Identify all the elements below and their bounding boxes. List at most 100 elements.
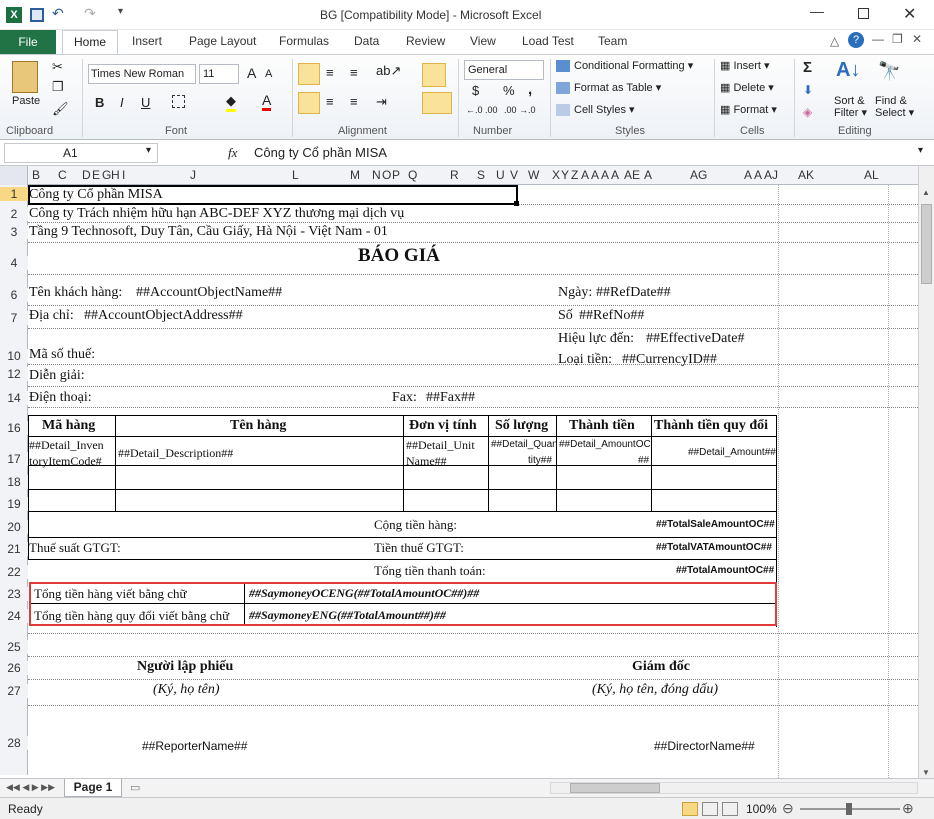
detail-code-2[interactable]: toryItemCode# <box>29 454 102 469</box>
column-header[interactable]: Y <box>561 168 569 182</box>
row-header[interactable]: 4 <box>0 256 28 270</box>
sort-filter-button[interactable]: Sort & Filter ▾ <box>834 95 867 119</box>
column-header[interactable]: A <box>581 168 589 182</box>
fax-value[interactable]: ##Fax## <box>426 390 475 406</box>
tab-load-test[interactable]: Load Test <box>522 34 574 48</box>
fax-label[interactable]: Fax: <box>392 390 417 406</box>
tab-formulas[interactable]: Formulas <box>279 34 329 48</box>
row-header[interactable]: 19 <box>0 497 28 511</box>
row-header[interactable]: 20 <box>0 520 28 534</box>
ref-no-label[interactable]: Số <box>558 308 573 324</box>
workbook-close-icon[interactable]: ✕ <box>912 32 922 46</box>
zoom-slider-thumb[interactable] <box>846 803 852 815</box>
align-center-icon[interactable]: ≡ <box>326 94 334 109</box>
reporter-sign[interactable]: (Ký, họ tên) <box>153 682 219 698</box>
th-code[interactable]: Mã hàng <box>42 418 95 434</box>
column-header[interactable]: J <box>190 168 196 182</box>
indent-icon[interactable]: ⇥ <box>376 94 387 110</box>
date-label[interactable]: Ngày: <box>558 285 592 301</box>
close-button[interactable]: ✕ <box>903 4 916 24</box>
tab-page-layout[interactable]: Page Layout <box>189 34 256 48</box>
autosum-button[interactable]: Σ <box>803 59 812 76</box>
align-bottom-icon[interactable]: ≡ <box>350 65 358 80</box>
cut-icon[interactable]: ✂ <box>52 59 63 75</box>
currency-value[interactable]: ##CurrencyID## <box>622 352 717 368</box>
align-middle-icon[interactable]: ≡ <box>326 65 334 80</box>
payment-label[interactable]: Tổng tiền thanh toán: <box>374 563 486 579</box>
tab-insert[interactable]: Insert <box>132 34 162 48</box>
th-amount-converted[interactable]: Thành tiền quy đổi <box>654 418 768 434</box>
row-header[interactable]: 17 <box>0 452 28 466</box>
tab-file[interactable]: File <box>0 30 56 54</box>
column-header[interactable]: AK <box>798 168 814 182</box>
words-value[interactable]: ##SaymoneyOCENG(##TotalAmountOC##)## <box>249 586 479 601</box>
bold-button[interactable]: B <box>95 95 104 110</box>
tab-home[interactable]: Home <box>62 30 118 55</box>
name-box-dropdown-icon[interactable]: ▾ <box>146 145 151 156</box>
scroll-up-icon[interactable]: ▲ <box>922 188 930 197</box>
minimize-button[interactable]: — <box>810 3 824 19</box>
row-header[interactable]: 24 <box>0 609 28 623</box>
conditional-formatting-button[interactable]: Conditional Formatting ▾ <box>556 59 693 73</box>
formula-input[interactable]: Công ty Cổ phần MISA <box>254 145 387 160</box>
row-header[interactable]: 14 <box>0 391 28 405</box>
maximize-button[interactable] <box>858 8 869 19</box>
row-header[interactable]: 22 <box>0 565 28 579</box>
currency-label[interactable]: Loại tiền: <box>558 352 612 368</box>
column-header[interactable]: P <box>392 168 400 182</box>
reporter-title[interactable]: Người lập phiếu <box>137 659 233 675</box>
borders-icon[interactable] <box>172 95 185 108</box>
row-header[interactable]: 26 <box>0 661 28 675</box>
wrap-text-button[interactable] <box>422 63 446 87</box>
quote-title[interactable]: BÁO GIÁ <box>358 245 440 267</box>
company2-cell[interactable]: Công ty Trách nhiệm hữu hạn ABC-DEF XYZ … <box>29 206 404 222</box>
date-value[interactable]: ##RefDate## <box>596 285 671 301</box>
director-title[interactable]: Giám đốc <box>632 659 690 675</box>
detail-unit-2[interactable]: Name## <box>406 454 447 469</box>
font-color-button[interactable]: A <box>262 92 272 111</box>
percent-button[interactable]: % <box>503 83 515 98</box>
column-header[interactable]: A <box>744 168 752 182</box>
help-icon[interactable]: ? <box>848 32 864 48</box>
row-header[interactable]: 16 <box>0 421 28 435</box>
column-header[interactable]: M <box>350 168 360 182</box>
align-right-icon[interactable]: ≡ <box>350 94 358 109</box>
increase-decimal-button[interactable]: ←.0 .00 <box>466 105 498 115</box>
reporter-name[interactable]: ##ReporterName## <box>142 739 247 753</box>
th-amount[interactable]: Thành tiền <box>569 418 635 434</box>
fill-icon[interactable]: ⬇ <box>803 83 813 97</box>
workbook-restore-icon[interactable]: ❐ <box>892 32 903 46</box>
row-header[interactable]: 25 <box>0 640 28 654</box>
row-header[interactable]: 27 <box>0 684 28 698</box>
italic-button[interactable]: I <box>120 95 124 110</box>
effective-label[interactable]: Hiệu lực đến: <box>558 331 634 347</box>
align-top-button[interactable] <box>298 63 320 85</box>
insert-cells-button[interactable]: ▦ Insert ▾ <box>720 59 770 72</box>
detail-unit-1[interactable]: ##Detail_Unit <box>406 438 475 453</box>
find-select-icon[interactable]: 🔭 <box>878 61 900 82</box>
hscroll-thumb[interactable] <box>570 783 660 793</box>
tab-team[interactable]: Team <box>598 34 627 48</box>
paste-icon[interactable] <box>12 61 38 93</box>
column-header[interactable]: A <box>644 168 652 182</box>
scroll-thumb[interactable] <box>921 204 932 284</box>
row-header[interactable]: 3 <box>0 225 28 239</box>
words-label[interactable]: Tổng tiền hàng viết bằng chữ <box>34 586 187 602</box>
column-header[interactable]: O <box>382 168 391 182</box>
sheet-grid[interactable]: Công ty Cổ phần MISA Công ty Trách nhiệm… <box>28 185 918 778</box>
column-header[interactable]: E <box>92 168 100 182</box>
column-header[interactable]: R <box>450 168 459 182</box>
th-quantity[interactable]: Số lượng <box>495 418 548 434</box>
column-header[interactable]: L <box>292 168 299 182</box>
phone-label[interactable]: Điện thoại: <box>29 390 92 406</box>
clear-icon[interactable]: ◈ <box>803 105 812 119</box>
total-value[interactable]: ##TotalSaleAmountOC## <box>656 519 775 530</box>
words2-label[interactable]: Tổng tiền hàng quy đổi viết bằng chữ <box>34 608 229 624</box>
column-header[interactable]: I <box>122 168 125 182</box>
row-header[interactable]: 6 <box>0 288 28 302</box>
column-header[interactable]: A <box>754 168 762 182</box>
zoom-in-icon[interactable]: ⊕ <box>902 800 914 817</box>
column-header[interactable]: AE <box>624 168 640 182</box>
delete-cells-button[interactable]: ▦ Delete ▾ <box>720 81 774 94</box>
vat-value[interactable]: ##TotalVATAmountOC## <box>656 542 772 553</box>
